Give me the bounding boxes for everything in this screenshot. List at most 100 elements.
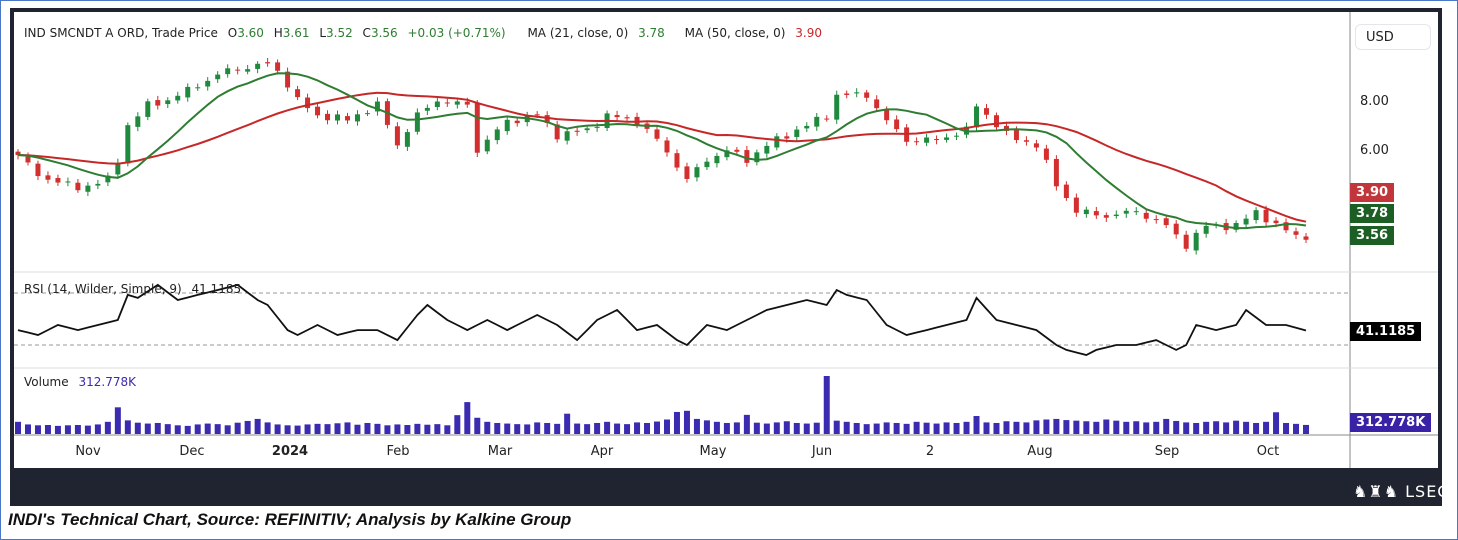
symbol-label: IND SMCNDT A ORD, Trade Price — [24, 26, 218, 40]
volume-bar — [324, 424, 331, 434]
volume-bar — [913, 421, 920, 434]
volume-bar — [214, 424, 221, 434]
volume-bar — [644, 422, 651, 434]
ma21-label[interactable]: MA (21, close, 0) — [527, 26, 628, 40]
candle-body — [934, 139, 940, 141]
volume-value: 312.778K — [78, 375, 136, 389]
volume-bar — [124, 420, 131, 434]
candle-body — [954, 135, 960, 137]
candle-body — [394, 126, 400, 146]
volume-bar — [424, 424, 431, 434]
chart-canvas[interactable] — [0, 0, 1458, 540]
x-label-may: May — [699, 444, 727, 459]
candle-body — [894, 119, 900, 130]
volume-bar — [264, 422, 271, 434]
candle-body — [924, 137, 930, 143]
candle-body — [584, 128, 590, 131]
candle-body — [1203, 225, 1209, 234]
candle-body — [794, 129, 800, 137]
volume-bar — [1283, 422, 1290, 434]
candle-body — [614, 115, 620, 118]
candle-body — [424, 107, 430, 111]
candle-body — [125, 125, 131, 164]
volume-bar — [933, 423, 940, 434]
volume-bar — [923, 422, 930, 434]
volume-bar — [1263, 421, 1270, 434]
volume-bar — [1213, 421, 1220, 434]
candle-body — [364, 113, 370, 115]
currency-selector[interactable]: USD — [1355, 24, 1431, 50]
volume-value-box: 312.778K — [1350, 413, 1432, 432]
volume-bar — [114, 407, 121, 434]
volume-bar — [803, 423, 810, 434]
candle-body — [974, 106, 980, 128]
volume-label[interactable]: Volume — [24, 375, 69, 389]
rsi-value: 41.1185 — [191, 282, 242, 296]
candle-body — [564, 131, 570, 141]
volume-bar — [683, 410, 690, 434]
volume-bar — [1223, 422, 1230, 434]
ohlc-low: L3.52 — [319, 26, 353, 40]
volume-bar — [254, 418, 261, 434]
volume-bar — [494, 422, 501, 434]
volume-bar — [833, 420, 840, 434]
candle-body — [335, 114, 341, 121]
volume-bar — [973, 416, 980, 434]
candle-body — [205, 80, 211, 87]
volume-bar — [514, 424, 521, 434]
volume-bar — [144, 423, 151, 434]
volume-bar — [1013, 421, 1020, 434]
volume-bar — [1023, 422, 1030, 434]
volume-bar — [1063, 420, 1070, 434]
candle-body — [714, 155, 720, 164]
candle-body — [55, 178, 61, 183]
candle-body — [1053, 158, 1059, 187]
volume-bar — [284, 425, 291, 434]
volume-bar — [1253, 422, 1260, 434]
volume-bar — [1003, 421, 1010, 434]
candle-body — [155, 100, 161, 106]
ma21-line — [17, 72, 1307, 230]
volume-bar — [1143, 422, 1150, 434]
candle-body — [1063, 184, 1069, 199]
volume-bar — [723, 422, 730, 434]
candle-body — [265, 62, 271, 64]
x-label-apr: Apr — [590, 444, 614, 459]
volume-bar — [504, 423, 511, 434]
candle-body — [504, 119, 510, 132]
volume-bar — [624, 424, 631, 434]
candle-body — [774, 136, 780, 148]
lseg-logo: ♞♜♞ LSEG — [1353, 482, 1451, 501]
candle-body — [315, 106, 321, 116]
ohlc-open: O3.60 — [227, 26, 264, 40]
volume-bar — [943, 422, 950, 434]
volume-bar — [15, 421, 21, 434]
candle-body — [834, 94, 840, 120]
volume-bar — [673, 411, 680, 434]
x-label-mar: Mar — [487, 444, 513, 459]
ma50-label[interactable]: MA (50, close, 0) — [685, 26, 786, 40]
candle-body — [95, 183, 101, 186]
volume-bar — [564, 413, 571, 434]
volume-bar — [654, 421, 661, 434]
candle-body — [235, 69, 241, 71]
candle-body — [944, 137, 950, 140]
volume-bar — [1303, 424, 1309, 434]
volume-bar — [314, 423, 321, 434]
volume-bar — [713, 421, 720, 434]
volume-bar — [404, 425, 411, 434]
volume-bar — [134, 422, 141, 434]
rsi-label[interactable]: RSI (14, Wilder, Simple, 9) — [24, 282, 182, 296]
volume-bar — [34, 425, 41, 434]
volume-bar — [194, 424, 201, 434]
volume-bar — [1163, 418, 1170, 434]
volume-bar — [344, 422, 351, 434]
volume-bar — [24, 424, 31, 434]
volume-bar — [184, 425, 191, 434]
volume-bar — [1043, 419, 1050, 434]
candle-body — [454, 101, 460, 105]
volume-bar — [414, 423, 421, 434]
volume-bar — [1123, 421, 1130, 434]
candle-body — [624, 117, 630, 119]
volume-bar — [484, 421, 491, 434]
